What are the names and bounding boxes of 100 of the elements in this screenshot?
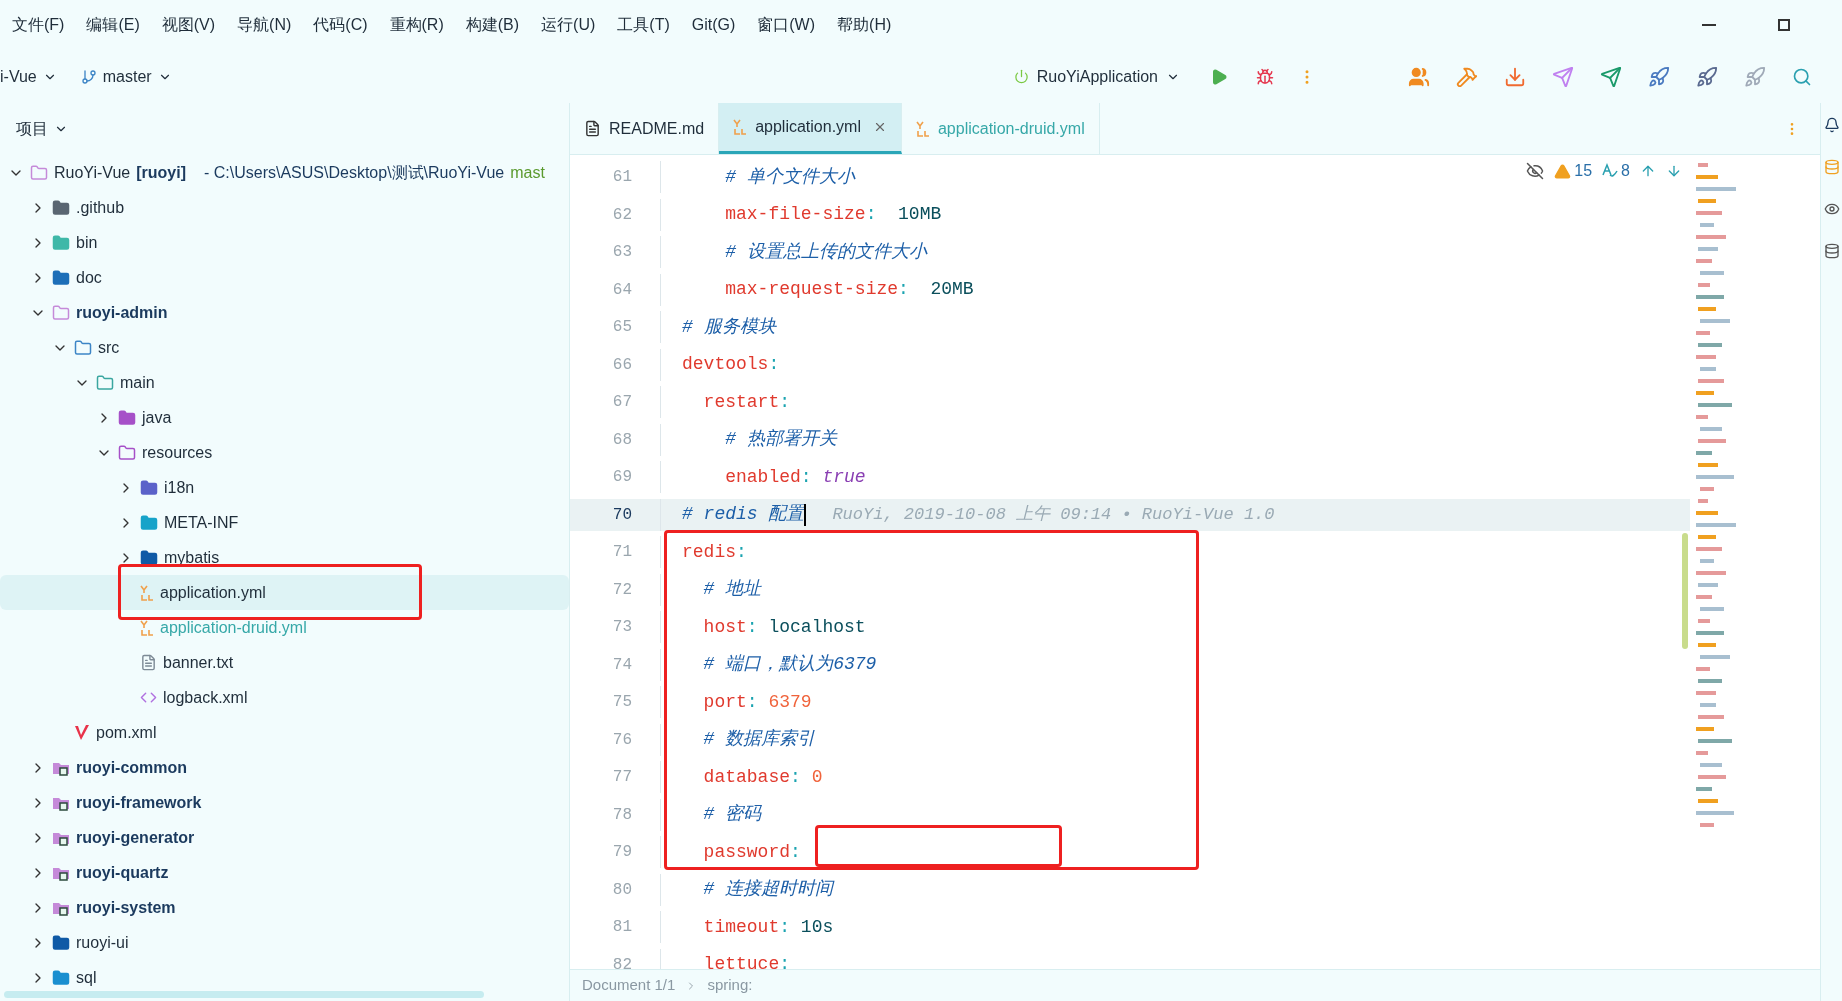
tree-item[interactable]: src (0, 330, 569, 365)
module-name: [ruoyi] (136, 162, 186, 183)
folder-icon (74, 338, 92, 357)
tree-item-label: RuoYi-Vue (54, 162, 131, 183)
tree-item[interactable]: .github (0, 190, 569, 225)
tree-item[interactable]: banner.txt (0, 645, 569, 680)
bell-icon[interactable] (1823, 117, 1840, 133)
folder-icon (52, 968, 70, 987)
tree-item-label: pom.xml (96, 722, 157, 743)
tree-item-label: main (120, 372, 155, 393)
tree-item[interactable]: ruoyi-generator (0, 820, 569, 855)
project-path: - C:\Users\ASUS\Desktop\测试\RuoYi-Vue (203, 162, 505, 183)
line-number: 69 (611, 467, 632, 488)
tree-item-label: ruoyi-common (76, 757, 188, 778)
menu-item[interactable]: 帮助(H) (837, 13, 892, 37)
menu-item[interactable]: 构建(B) (465, 13, 520, 37)
previous-icon[interactable] (1640, 163, 1656, 179)
menu-item[interactable]: 编辑(E) (86, 13, 140, 37)
folder-icon (52, 268, 70, 287)
typos-count[interactable]: 8 (1602, 159, 1630, 183)
blame-annotation: RuoYi, 2019-10-08 上午 09:14 • RuoYi-Vue 1.0 (832, 503, 1275, 526)
folder-icon (52, 198, 70, 217)
tree-item[interactable]: application.yml (0, 575, 569, 610)
next-icon[interactable] (1666, 163, 1682, 179)
menu-item[interactable]: 视图(V) (161, 13, 216, 37)
line-number: 74 (611, 654, 632, 676)
tree-item[interactable]: mybatis (0, 540, 569, 575)
tree-item[interactable]: bin (0, 225, 569, 260)
menu-item[interactable]: 工具(T) (617, 13, 670, 37)
run-icon[interactable] (1210, 67, 1228, 86)
tree-item[interactable]: ruoyi-framework (0, 785, 569, 820)
line-number: 81 (611, 917, 632, 938)
tree-item[interactable]: resources (0, 435, 569, 470)
menu-item[interactable]: Git(G) (691, 13, 736, 37)
tree-item[interactable]: logback.xml (0, 680, 569, 715)
hidden-eye-icon[interactable] (1526, 162, 1545, 180)
tree-item[interactable]: ruoyi-ui (0, 925, 569, 960)
tree-item[interactable]: ruoyi-common (0, 750, 569, 785)
tree-item[interactable]: META-INF (0, 505, 569, 540)
tree-item[interactable]: sql (0, 960, 569, 991)
database-icon[interactable] (1823, 243, 1840, 259)
warning-icon (1554, 162, 1572, 180)
line-number: 80 (611, 879, 632, 901)
tree-item-label: .github (76, 197, 125, 218)
tree-item[interactable]: i18n (0, 470, 569, 505)
tree-item-label: application-druid.yml (160, 617, 307, 638)
send-icon[interactable] (1600, 65, 1622, 88)
branch-label: mast (510, 162, 545, 183)
tab-label: README.md (609, 118, 705, 139)
warnings-count[interactable]: 15 (1554, 159, 1593, 183)
typo-icon (1602, 163, 1619, 179)
tree-item[interactable]: ruoyi-system (0, 890, 569, 925)
debug-icon[interactable] (1256, 67, 1274, 86)
menu-item[interactable]: 代码(C) (313, 13, 368, 37)
tree-item[interactable]: ruoyi-quartz (0, 855, 569, 890)
line-number: 62 (611, 204, 632, 226)
menu-item[interactable]: 窗口(W) (757, 13, 816, 37)
tree-item-label: mybatis (164, 547, 220, 568)
branch-selector[interactable]: master (80, 64, 172, 89)
line-number: 79 (611, 842, 632, 863)
restore-icon[interactable] (1778, 19, 1790, 31)
code-text: restart: (702, 390, 791, 414)
tree-item[interactable]: main (0, 365, 569, 400)
eye-icon[interactable] (1823, 201, 1840, 217)
editor-tab[interactable]: application.yml (719, 103, 902, 154)
rocket-icon[interactable] (1696, 65, 1718, 88)
tree-item-label: ruoyi-quartz (76, 862, 169, 883)
rocket-icon[interactable] (1648, 65, 1670, 88)
line-number: 78 (611, 804, 632, 826)
text-file-icon (140, 654, 157, 671)
project-selector[interactable]: i-Vue (0, 64, 57, 89)
search-icon[interactable] (1792, 66, 1812, 87)
tree-item-label: ruoyi-ui (76, 932, 129, 953)
code-text: password: (702, 840, 801, 864)
tree-item[interactable]: pom.xml (0, 715, 569, 750)
menu-item[interactable]: 导航(N) (237, 13, 292, 37)
code-text: # 密码 (702, 803, 762, 826)
line-number: 68 (611, 429, 632, 451)
download-icon[interactable] (1504, 65, 1526, 88)
tree-item-label: java (142, 407, 172, 428)
line-number: 64 (611, 279, 632, 301)
yaml-file-icon (915, 120, 930, 137)
menu-item[interactable]: 重构(R) (389, 13, 444, 37)
maven-icon (74, 723, 90, 742)
tree-item[interactable]: ruoyi-admin (0, 295, 569, 330)
code-text: # 热部署开关 (724, 428, 837, 451)
tree-item[interactable]: doc (0, 260, 569, 295)
code-text: # 数据库索引 (702, 728, 816, 751)
code-text: max-file-size: 10MB (724, 203, 942, 226)
yaml-file-icon (140, 584, 154, 601)
markdown-file-icon (584, 120, 601, 137)
tree-item-label: sql (76, 967, 97, 988)
menu-item[interactable]: 运行(U) (541, 13, 596, 37)
tree-item-label: ruoyi-admin (76, 302, 168, 323)
send-icon[interactable] (1552, 65, 1574, 88)
panel-title[interactable]: 项目 (16, 117, 68, 141)
tree-item[interactable]: RuoYi-Vue [ruoyi] - C:\Users\ASUS\Desktop\测试\RuoYi-Vue mast (0, 155, 569, 190)
run-config-selector[interactable]: RuoYiApplication (1013, 64, 1180, 89)
menu-item[interactable]: 文件(F) (12, 13, 65, 37)
tree-item[interactable]: java (0, 400, 569, 435)
